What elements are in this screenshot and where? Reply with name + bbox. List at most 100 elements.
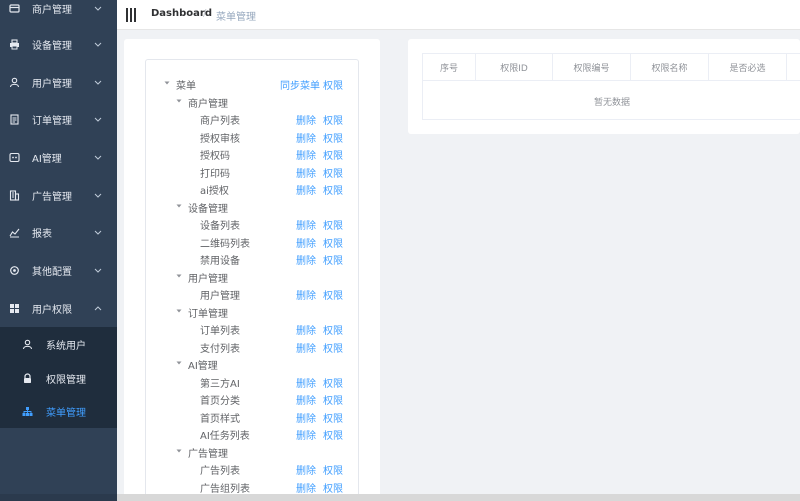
permission-link[interactable]: 权限 xyxy=(323,375,343,390)
delete-link[interactable]: 删除 xyxy=(296,392,316,407)
permission-link[interactable]: 权限 xyxy=(323,182,343,197)
tree-node-label: 商户管理 xyxy=(188,99,228,110)
tree-node-leaf[interactable]: 授权审核 删除 权限 xyxy=(146,128,360,145)
tree-node-group[interactable]: 用户管理 xyxy=(146,268,360,285)
sidebar-item-8[interactable]: 用户权限 xyxy=(0,290,117,326)
sidebar-item-1[interactable]: 设备管理 xyxy=(0,26,117,62)
sync-menu-link[interactable]: 同步菜单 xyxy=(280,77,320,92)
delete-link[interactable]: 删除 xyxy=(296,147,316,162)
sidebar-item-4[interactable]: AI管理 xyxy=(0,139,117,175)
chevron-down-icon xyxy=(94,115,102,123)
tree-node-leaf[interactable]: 用户管理 删除 权限 xyxy=(146,285,360,302)
delete-link[interactable]: 删除 xyxy=(296,427,316,442)
breadcrumb-current: 菜单管理 xyxy=(216,12,256,23)
tree-node-root[interactable]: 菜单 同步菜单 权限 xyxy=(146,75,360,92)
delete-link[interactable]: 删除 xyxy=(296,130,316,145)
tree-node-leaf[interactable]: 首页分类 删除 权限 xyxy=(146,390,360,407)
caret-down-icon[interactable] xyxy=(175,202,183,210)
tree-node-leaf[interactable]: 二维码列表 删除 权限 xyxy=(146,233,360,250)
delete-link[interactable]: 删除 xyxy=(296,340,316,355)
permission-link[interactable]: 权限 xyxy=(323,462,343,477)
tree-node-group[interactable]: 设备管理 xyxy=(146,198,360,215)
sidebar-item-7[interactable]: 其他配置 xyxy=(0,252,117,288)
caret-down-icon[interactable] xyxy=(163,79,171,87)
permission-link[interactable]: 权限 xyxy=(323,322,343,337)
delete-link[interactable]: 删除 xyxy=(296,480,316,495)
submenu-item-label: 系统用户 xyxy=(46,340,86,352)
tree-node-leaf[interactable]: 商户列表 删除 权限 xyxy=(146,110,360,127)
delete-link[interactable]: 删除 xyxy=(296,287,316,302)
permission-link[interactable]: 权限 xyxy=(323,427,343,442)
sidebar-item-5[interactable]: 广告管理 xyxy=(0,177,117,213)
ai-icon xyxy=(9,152,20,163)
caret-down-icon[interactable] xyxy=(175,359,183,367)
delete-link[interactable]: 删除 xyxy=(296,462,316,477)
building-icon xyxy=(9,189,20,201)
tree-node-label: 广告组列表 xyxy=(200,484,250,495)
delete-link[interactable]: 删除 xyxy=(296,112,316,127)
breadcrumb-separator: / xyxy=(203,8,207,19)
delete-link[interactable]: 删除 xyxy=(296,217,316,232)
sidebar-item-2[interactable]: 用户管理 xyxy=(0,64,117,100)
submenu-item-0[interactable]: 系统用户 xyxy=(0,327,117,361)
tree-node-label: AI任务列表 xyxy=(200,431,250,442)
permission-link[interactable]: 权限 xyxy=(323,392,343,407)
tree-node-leaf[interactable]: 禁用设备 删除 权限 xyxy=(146,250,360,267)
horizontal-scrollbar[interactable] xyxy=(0,494,800,501)
delete-link[interactable]: 删除 xyxy=(296,410,316,425)
tree-node-label: 设备列表 xyxy=(200,221,240,232)
permission-link[interactable]: 权限 xyxy=(323,217,343,232)
menu-tree-card: 菜单 同步菜单 权限 商户管理 商户列表 删除 权限 授权审核 删除 权限 授权码 删… xyxy=(124,39,380,501)
delete-link[interactable]: 删除 xyxy=(296,235,316,250)
tree-node-leaf[interactable]: 支付列表 删除 权限 xyxy=(146,338,360,355)
sidebar-item-0[interactable]: 商户管理 xyxy=(0,0,117,26)
tree-node-leaf[interactable]: 第三方AI 删除 权限 xyxy=(146,373,360,390)
permission-link[interactable]: 权限 xyxy=(323,480,343,495)
tree-node-label: 用户管理 xyxy=(188,274,228,285)
permission-link[interactable]: 权限 xyxy=(323,340,343,355)
tree-node-leaf[interactable]: 广告列表 删除 权限 xyxy=(146,460,360,477)
permission-link[interactable]: 权限 xyxy=(323,165,343,180)
caret-down-icon[interactable] xyxy=(175,97,183,105)
delete-link[interactable]: 删除 xyxy=(296,375,316,390)
tree-node-group[interactable]: 广告管理 xyxy=(146,443,360,460)
delete-link[interactable]: 删除 xyxy=(296,165,316,180)
permission-link[interactable]: 权限 xyxy=(323,147,343,162)
sidebar-item-3[interactable]: 订单管理 xyxy=(0,101,117,137)
sidebar-item-6[interactable]: 报表 xyxy=(0,214,117,250)
tree-node-leaf[interactable]: 授权码 删除 权限 xyxy=(146,145,360,162)
permission-link[interactable]: 权限 xyxy=(323,77,343,92)
tree-node-leaf[interactable]: 打印码 删除 权限 xyxy=(146,163,360,180)
hamburger-icon[interactable] xyxy=(126,8,136,22)
tree-node-leaf[interactable]: 订单列表 删除 权限 xyxy=(146,320,360,337)
tree-node-group[interactable]: 商户管理 xyxy=(146,93,360,110)
tree-node-label: 设备管理 xyxy=(188,204,228,215)
delete-link[interactable]: 删除 xyxy=(296,252,316,267)
permission-link[interactable]: 权限 xyxy=(323,235,343,250)
tree-node-leaf[interactable]: 首页样式 删除 权限 xyxy=(146,408,360,425)
tree-node-group[interactable]: AI管理 xyxy=(146,355,360,372)
tree-node-label: 广告列表 xyxy=(200,466,240,477)
caret-down-icon[interactable] xyxy=(175,447,183,455)
tree-node-leaf[interactable]: AI任务列表 删除 权限 xyxy=(146,425,360,442)
tree-node-group[interactable]: 订单管理 xyxy=(146,303,360,320)
permission-link[interactable]: 权限 xyxy=(323,410,343,425)
permission-link[interactable]: 权限 xyxy=(323,287,343,302)
delete-link[interactable]: 删除 xyxy=(296,322,316,337)
caret-down-icon[interactable] xyxy=(175,307,183,315)
submenu-item-2[interactable]: 菜单管理 xyxy=(0,394,117,428)
permission-link[interactable]: 权限 xyxy=(323,252,343,267)
delete-link[interactable]: 删除 xyxy=(296,182,316,197)
tree-node-leaf[interactable]: ai授权 删除 权限 xyxy=(146,180,360,197)
chevron-down-icon xyxy=(94,266,102,274)
permission-link[interactable]: 权限 xyxy=(323,112,343,127)
tree-node-leaf[interactable]: 设备列表 删除 权限 xyxy=(146,215,360,232)
tree-node-label: 打印码 xyxy=(200,169,230,180)
caret-down-icon[interactable] xyxy=(175,272,183,280)
submenu-item-1[interactable]: 权限管理 xyxy=(0,361,117,395)
tree-node-label: 授权码 xyxy=(200,151,230,162)
tree-node-leaf[interactable]: 广告组列表 删除 权限 xyxy=(146,478,360,495)
permission-link[interactable]: 权限 xyxy=(323,130,343,145)
sidebar-item-label: 用户权限 xyxy=(32,304,72,316)
tree-node-label: 订单列表 xyxy=(200,326,240,337)
